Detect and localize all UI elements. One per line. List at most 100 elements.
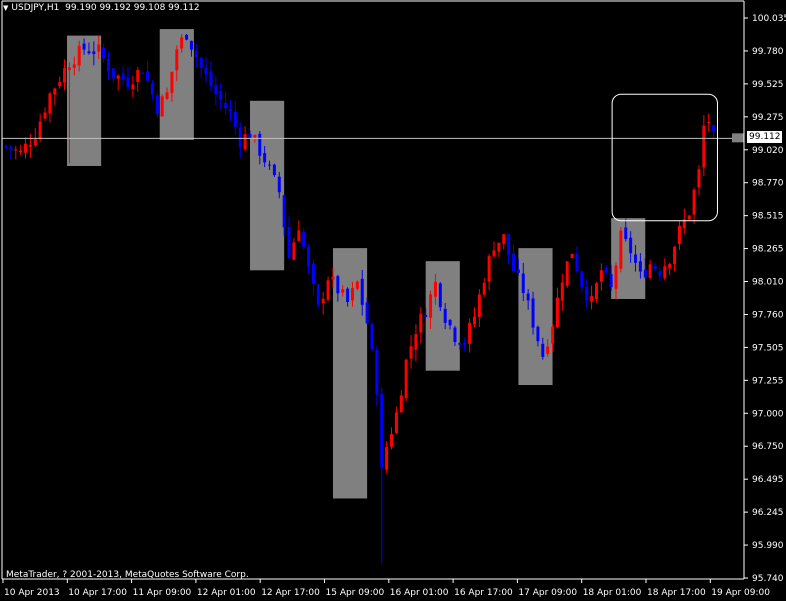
y-tick-label: 97.505 bbox=[752, 343, 784, 353]
candle bbox=[48, 91, 52, 123]
candle bbox=[658, 268, 662, 282]
candle bbox=[570, 253, 574, 259]
symbol-label: USDJPY,H1 bbox=[11, 3, 60, 13]
y-tick-label: 97.000 bbox=[752, 409, 784, 419]
x-tick-label: 19 Apr 09:00 bbox=[711, 588, 770, 598]
candle bbox=[111, 68, 115, 83]
y-tick-label: 98.515 bbox=[752, 212, 784, 222]
candle bbox=[14, 146, 18, 160]
candle bbox=[697, 165, 701, 196]
candle bbox=[687, 214, 691, 221]
candle bbox=[512, 244, 516, 273]
candle bbox=[390, 427, 394, 450]
candle bbox=[297, 220, 301, 242]
candle bbox=[463, 337, 467, 352]
candle bbox=[194, 44, 198, 69]
candle bbox=[316, 283, 320, 308]
candle bbox=[155, 92, 159, 118]
y-tick-label: 96.750 bbox=[752, 442, 784, 452]
candle bbox=[575, 246, 579, 273]
candle bbox=[204, 57, 208, 83]
candle bbox=[375, 345, 379, 407]
price-marker bbox=[732, 133, 744, 143]
candle bbox=[677, 221, 681, 250]
candle bbox=[468, 318, 472, 353]
dropdown-arrow-icon[interactable]: ▼ bbox=[3, 4, 8, 12]
candle bbox=[141, 72, 145, 75]
candle bbox=[404, 358, 408, 402]
candle bbox=[292, 237, 296, 261]
y-tick-label: 99.275 bbox=[752, 113, 784, 123]
y-tick-label: 99.525 bbox=[752, 80, 784, 90]
candle bbox=[287, 216, 291, 260]
candle bbox=[63, 59, 67, 91]
x-tick-label: 18 Apr 17:00 bbox=[647, 588, 706, 598]
candle bbox=[24, 137, 28, 159]
candle bbox=[580, 270, 584, 293]
candle bbox=[409, 335, 413, 369]
candle bbox=[199, 56, 203, 79]
candle bbox=[648, 259, 652, 280]
candle bbox=[492, 241, 496, 258]
x-tick-label: 12 Apr 01:00 bbox=[197, 588, 256, 598]
candle bbox=[472, 307, 476, 328]
candle bbox=[116, 74, 120, 91]
copyright-text: MetaTrader, ? 2001-2013, MetaQuotes Soft… bbox=[6, 570, 249, 580]
candle bbox=[233, 101, 237, 136]
y-tick-label: 100.035 bbox=[752, 14, 786, 24]
candle bbox=[497, 242, 501, 258]
x-tick-label: 10 Apr 17:00 bbox=[68, 588, 127, 598]
candle bbox=[399, 390, 403, 413]
y-tick-label: 96.245 bbox=[752, 508, 784, 518]
candle bbox=[482, 278, 486, 298]
y-tick-label: 95.990 bbox=[752, 541, 784, 551]
candle bbox=[619, 226, 623, 273]
candle bbox=[585, 278, 589, 309]
candle bbox=[238, 122, 242, 159]
candle bbox=[707, 113, 711, 132]
candle bbox=[594, 281, 598, 303]
candle bbox=[604, 264, 608, 275]
candle bbox=[663, 258, 667, 281]
candle bbox=[599, 263, 603, 291]
candle bbox=[102, 43, 106, 63]
candle bbox=[419, 307, 423, 344]
candle bbox=[209, 60, 213, 92]
candle bbox=[385, 441, 389, 474]
candle bbox=[224, 91, 228, 115]
candle bbox=[228, 100, 232, 121]
y-tick-label: 95.740 bbox=[752, 574, 784, 584]
candle bbox=[126, 67, 130, 91]
quote-label: 99.190 99.192 99.108 99.112 bbox=[65, 3, 200, 13]
chart-header: ▼ USDJPY,H1 99.190 99.192 99.108 99.112 bbox=[3, 3, 200, 13]
candle bbox=[121, 66, 125, 86]
y-tick-label: 98.010 bbox=[752, 278, 784, 288]
candle bbox=[58, 76, 62, 89]
candle bbox=[272, 163, 276, 177]
candle bbox=[150, 80, 154, 101]
candle bbox=[302, 227, 306, 250]
candle bbox=[507, 233, 511, 265]
candle bbox=[668, 262, 672, 276]
candle bbox=[653, 263, 657, 272]
candle bbox=[28, 133, 32, 159]
price-chart[interactable]: 100.035 99.780 99.525 99.275 99.020 98.770 98.… bbox=[0, 0, 786, 601]
candle bbox=[502, 233, 506, 250]
overlays bbox=[2, 93, 744, 222]
y-tick-label: 97.255 bbox=[752, 376, 784, 386]
candle bbox=[394, 406, 398, 435]
candle bbox=[106, 50, 110, 81]
candle bbox=[380, 387, 384, 564]
candle bbox=[219, 83, 223, 110]
x-tick-label: 18 Apr 01:00 bbox=[583, 588, 642, 598]
x-tick-label: 12 Apr 17:00 bbox=[261, 588, 320, 598]
candle bbox=[214, 75, 218, 106]
x-tick-label: 16 Apr 17:00 bbox=[454, 588, 513, 598]
y-tick-label: 99.020 bbox=[752, 146, 784, 156]
candle bbox=[692, 187, 696, 224]
candle bbox=[673, 245, 677, 271]
x-tick-label: 11 Apr 09:00 bbox=[133, 588, 192, 598]
current-price-tag: 99.112 bbox=[747, 131, 782, 143]
candle bbox=[4, 144, 8, 150]
zone-0 bbox=[67, 35, 102, 166]
